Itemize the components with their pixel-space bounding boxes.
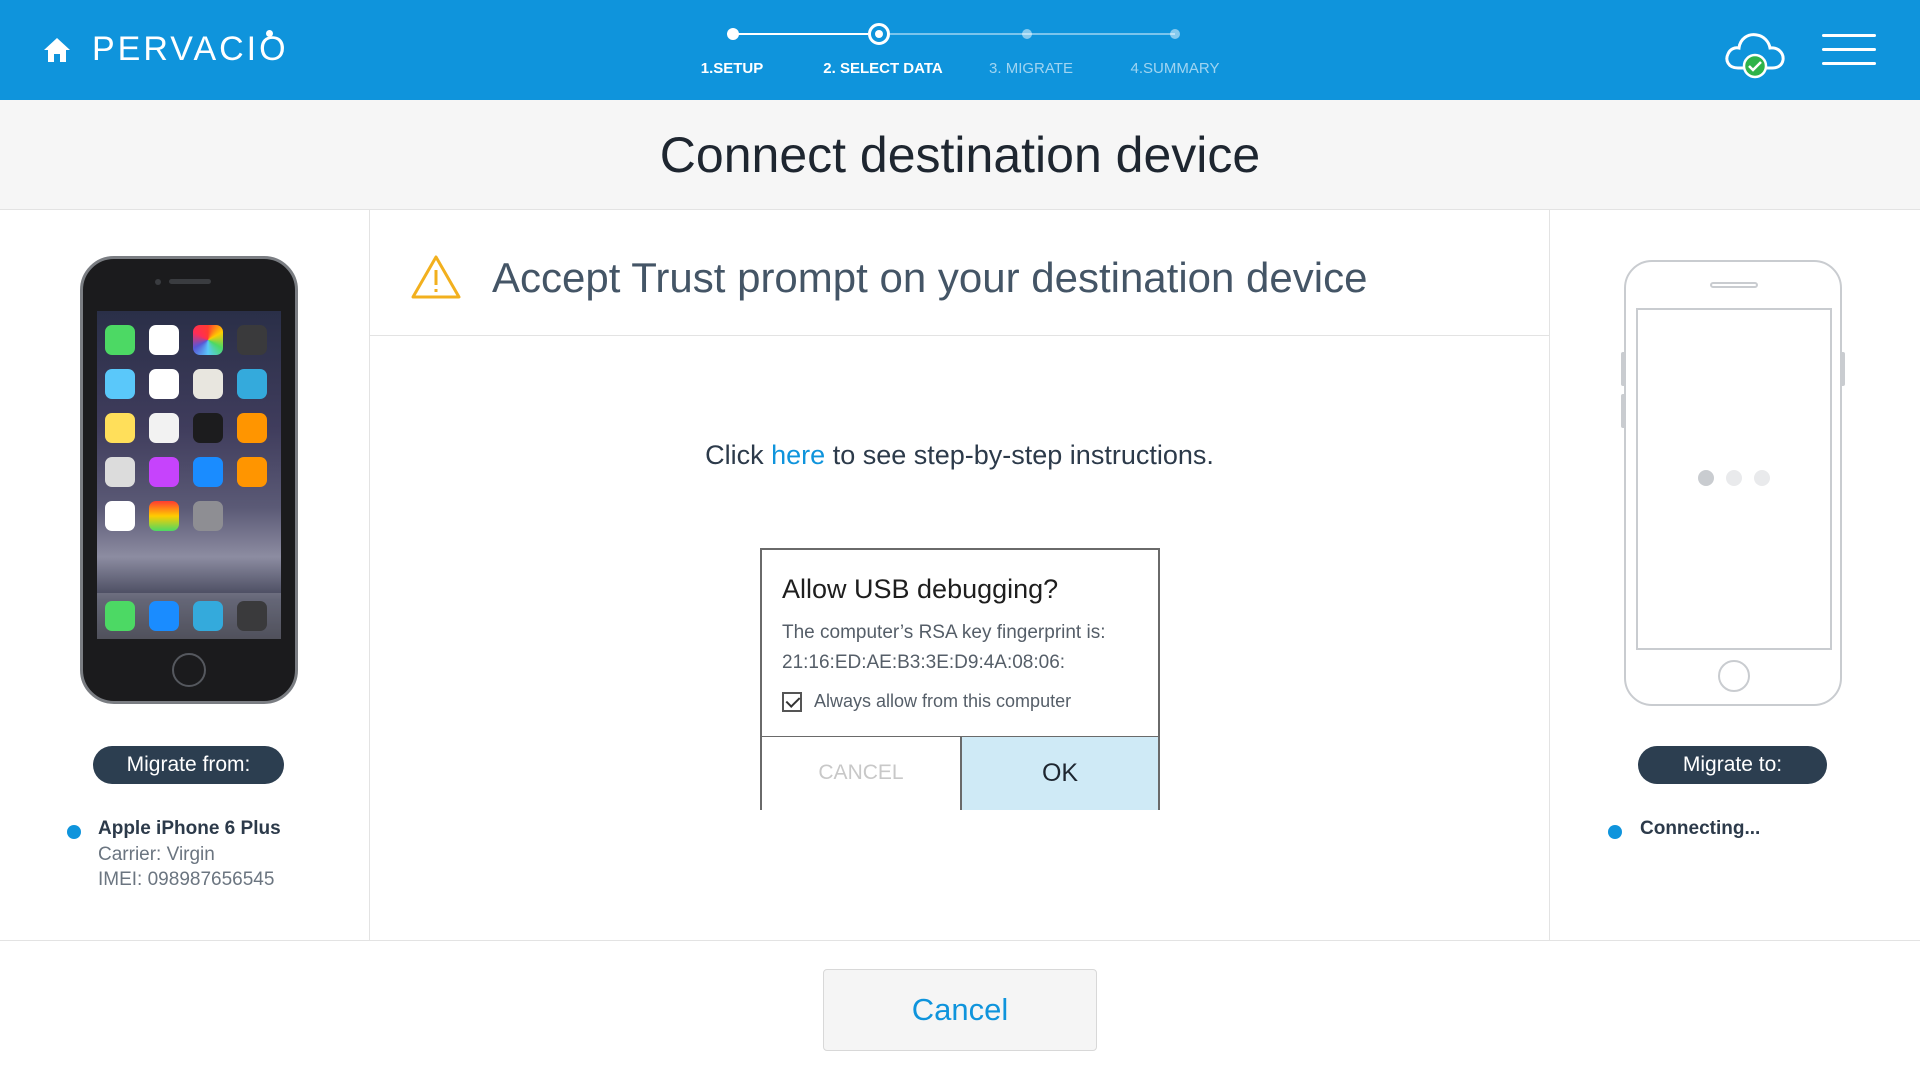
cancel-button[interactable]: Cancel <box>823 969 1097 1051</box>
center-divider <box>370 335 1549 336</box>
step-dot-migrate <box>1022 29 1032 39</box>
dialog-cancel-button[interactable]: CANCEL <box>762 736 961 810</box>
destination-device-panel: Migrate to: Connecting... <box>1549 210 1920 940</box>
step-label-summary: 4.SUMMARY <box>1130 60 1220 77</box>
source-device-imei: IMEI: 098987656545 <box>98 869 275 890</box>
step-label-setup: 1.SETUP <box>700 60 764 77</box>
dialog-body: The computer’s RSA key fingerprint is: 2… <box>782 618 1106 678</box>
step-label-migrate: 3. MIGRATE <box>989 60 1073 77</box>
instructions-suffix: to see step-by-step instructions. <box>832 440 1214 470</box>
step-label-select-data: 2. SELECT DATA <box>823 60 943 77</box>
migrate-from-badge: Migrate from: <box>93 746 284 784</box>
source-device-name: Apple iPhone 6 Plus <box>98 818 281 839</box>
title-band: Connect destination device <box>0 100 1920 210</box>
destination-phone-outline <box>1624 260 1842 706</box>
page-title: Connect destination device <box>659 127 1261 183</box>
always-allow-label[interactable]: Always allow from this computer <box>814 691 1071 712</box>
step-dot-summary <box>1170 29 1180 39</box>
trust-prompt-heading: Accept Trust prompt on your destination … <box>492 254 1368 301</box>
instructions-prefix: Click <box>705 440 764 470</box>
footer: Cancel <box>0 940 1920 1080</box>
destination-status: Connecting... <box>1640 818 1761 839</box>
home-icon[interactable] <box>42 36 72 64</box>
source-device-panel: Migrate from: Apple iPhone 6 Plus Carrie… <box>0 210 370 940</box>
migrate-to-badge: Migrate to: <box>1638 746 1827 784</box>
loading-dot <box>1698 470 1714 486</box>
step-dot-select-data <box>868 23 890 45</box>
hamburger-menu-icon[interactable] <box>1822 34 1876 66</box>
center-panel: Accept Trust prompt on your destination … <box>370 210 1549 940</box>
cloud-check-icon[interactable] <box>1722 24 1788 80</box>
rsa-fingerprint: 21:16:ED:AE:B3:3E:D9:4A:08:06: <box>782 652 1066 673</box>
brand-logo-dot <box>266 30 273 37</box>
instructions-text: Click here to see step-by-step instructi… <box>370 440 1549 471</box>
step-dot-setup <box>727 28 739 40</box>
warning-icon <box>411 255 461 299</box>
always-allow-checkbox[interactable] <box>782 692 802 712</box>
source-status-dot <box>67 825 81 839</box>
dialog-body-line-1: The computer’s RSA key fingerprint is: <box>782 622 1106 643</box>
stepper-line-pending <box>890 33 1175 35</box>
loading-dot <box>1726 470 1742 486</box>
source-device-carrier: Carrier: Virgin <box>98 844 215 865</box>
instructions-link[interactable]: here <box>771 440 825 470</box>
source-phone-image <box>80 256 298 704</box>
dialog-ok-button[interactable]: OK <box>961 736 1158 810</box>
usb-debugging-dialog: Allow USB debugging? The computer’s RSA … <box>760 548 1160 810</box>
brand-logo: PERVACIO <box>92 30 289 68</box>
dialog-title: Allow USB debugging? <box>782 574 1059 604</box>
stepper-line-done <box>733 33 868 35</box>
destination-status-dot <box>1608 825 1622 839</box>
loading-dot <box>1754 470 1770 486</box>
top-bar: PERVACIO 1.SETUP 2. SELECT DATA 3. MIGRA… <box>0 0 1920 100</box>
